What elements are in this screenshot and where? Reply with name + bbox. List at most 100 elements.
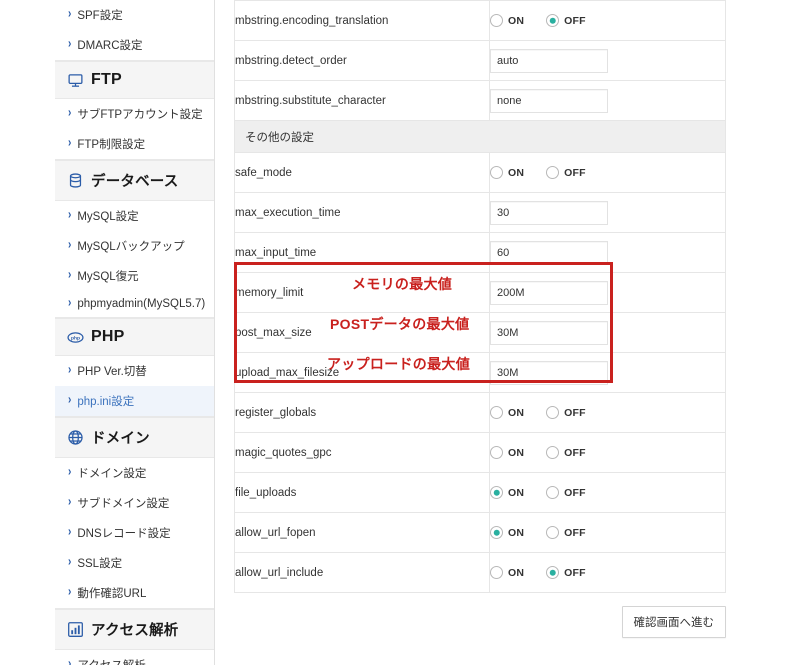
radio-on-dot [490, 166, 503, 179]
sidebar-item[interactable]: › サブFTPアカウント設定 [55, 99, 214, 129]
setting-name: safe_mode [235, 166, 292, 179]
proceed-to-confirmation-button[interactable]: 確認画面へ進む [621, 606, 726, 638]
setting-name: max_execution_time [235, 206, 341, 219]
sidebar-item[interactable]: › SSL設定 [55, 548, 214, 578]
radio-on[interactable]: ON [490, 166, 524, 179]
radio-off[interactable]: OFF [546, 166, 586, 179]
radio-off[interactable]: OFF [546, 526, 586, 539]
radio-on-dot [490, 526, 503, 539]
sidebar-item[interactable]: › SPF設定 [55, 0, 214, 30]
sidebar-item-label: phpmyadmin(MySQL5.7) [77, 298, 206, 310]
radio-on-label: ON [508, 166, 525, 179]
setting-value-cell: ON OFF [489, 152, 726, 193]
sidebar-group: アクセス解析›アクセス解析›アクセスログ›エラーログ [55, 609, 214, 665]
setting-name: mbstring.detect_order [235, 54, 347, 67]
radio-on-dot [490, 446, 503, 459]
chevron-right-icon: › [68, 106, 72, 121]
setting-name-cell: post_max_size [234, 312, 490, 353]
radio-on[interactable]: ON [490, 406, 524, 419]
sidebar: › SPF設定 › DMARC設定 FTP › サブFTPアカウント設定 › FTP制限設定デー… [55, 0, 215, 665]
radio-on[interactable]: ON [490, 446, 524, 459]
radio-off-dot [546, 486, 560, 499]
setting-value-cell [489, 352, 726, 393]
radio-off[interactable]: OFF [546, 566, 586, 579]
setting-name-cell: allow_url_fopen [234, 512, 490, 553]
setting-value-input[interactable] [490, 280, 608, 305]
setting-name-cell: max_execution_time [234, 192, 490, 233]
globe-icon [67, 429, 84, 446]
sidebar-item[interactable]: › 動作確認URL [55, 578, 214, 608]
sidebar-item-label: MySQL復元 [77, 271, 139, 283]
radio-on[interactable]: ON [490, 526, 524, 539]
sidebar-item[interactable]: › サブドメイン設定 [55, 488, 214, 518]
chevron-right-icon: › [68, 136, 72, 151]
setting-name-cell: file_uploads [234, 472, 490, 513]
radio-off-label: OFF [564, 486, 586, 499]
sidebar-group-title: FTP [91, 71, 122, 88]
radio-on[interactable]: ON [490, 566, 524, 579]
radio-on-dot [490, 406, 503, 419]
radio-off-dot [546, 566, 560, 579]
setting-name: register_globals [235, 406, 317, 419]
sidebar-item[interactable]: › MySQL設定 [55, 201, 214, 231]
table-row: memory_limit [234, 272, 726, 313]
setting-value-input[interactable] [490, 88, 608, 113]
setting-name: allow_url_fopen [235, 526, 316, 539]
radio-on-label: ON [508, 14, 525, 27]
sidebar-item[interactable]: › DNSレコード設定 [55, 518, 214, 548]
chevron-right-icon: › [68, 363, 72, 378]
sidebar-item[interactable]: › ドメイン設定 [55, 458, 214, 488]
radio-off-label: OFF [564, 166, 586, 179]
radio-off[interactable]: OFF [546, 446, 586, 459]
radio-off[interactable]: OFF [546, 406, 586, 419]
sidebar-group-header-アクセス解析: アクセス解析 [55, 609, 214, 650]
sidebar-group: › SPF設定 › DMARC設定 [55, 0, 214, 61]
radio-off-label: OFF [564, 446, 586, 459]
database-icon [67, 172, 84, 189]
setting-value-input[interactable] [490, 48, 608, 73]
sidebar-item[interactable]: › phpmyadmin(MySQL5.7) [55, 291, 214, 317]
sidebar-item-label: MySQL設定 [77, 211, 139, 223]
sidebar-group: データベース › MySQL設定 › MySQLバックアップ › MySQL復元 › phpmy… [55, 160, 214, 318]
sidebar-item[interactable]: › FTP制限設定 [55, 129, 214, 159]
radio-off-dot [546, 526, 560, 539]
sidebar-item[interactable]: › アクセス解析 [55, 650, 214, 665]
setting-value-input[interactable] [490, 200, 608, 225]
setting-value-input[interactable] [490, 360, 608, 385]
sidebar-item[interactable]: › DMARC設定 [55, 30, 214, 60]
radio-on[interactable]: ON [490, 486, 524, 499]
chevron-right-icon: › [68, 208, 72, 223]
sidebar-group-header-ドメイン: ドメイン [55, 417, 214, 458]
chevron-right-icon: › [68, 585, 72, 600]
radio-on-label: ON [508, 526, 525, 539]
sidebar-item-label: PHP Ver.切替 [77, 366, 147, 378]
radio-on[interactable]: ON [490, 14, 524, 27]
chevron-right-icon: › [68, 495, 72, 510]
radio-off[interactable]: OFF [546, 486, 586, 499]
setting-name: magic_quotes_gpc [235, 446, 332, 459]
sidebar-item[interactable]: › PHP Ver.切替 [55, 356, 214, 386]
setting-name: file_uploads [235, 486, 297, 499]
setting-name: mbstring.encoding_translation [235, 14, 389, 27]
sidebar-item[interactable]: › MySQL復元 [55, 261, 214, 291]
sidebar-item-label: 動作確認URL [77, 588, 147, 600]
radio-off[interactable]: OFF [546, 14, 586, 27]
setting-value-cell [489, 232, 726, 273]
setting-name: allow_url_include [235, 566, 324, 579]
sidebar-item[interactable]: › php.ini設定 [55, 386, 214, 416]
monitor-icon [67, 72, 84, 89]
setting-value-cell: ON OFF [489, 552, 726, 593]
table-row: safe_mode ON OFF [234, 152, 726, 193]
setting-value-input[interactable] [490, 320, 608, 345]
setting-value-cell: ON OFF [489, 392, 726, 433]
radio-group: ON OFF [490, 566, 725, 579]
chevron-right-icon: › [68, 7, 72, 22]
table-row: post_max_size [234, 312, 726, 353]
setting-value-input[interactable] [490, 240, 608, 265]
radio-group: ON OFF [490, 486, 725, 499]
table-row: max_input_time [234, 232, 726, 273]
sidebar-group-title: データベース [91, 174, 179, 190]
table-row: mbstring.substitute_character [234, 80, 726, 121]
setting-name-cell: magic_quotes_gpc [234, 432, 490, 473]
sidebar-item[interactable]: › MySQLバックアップ [55, 231, 214, 261]
